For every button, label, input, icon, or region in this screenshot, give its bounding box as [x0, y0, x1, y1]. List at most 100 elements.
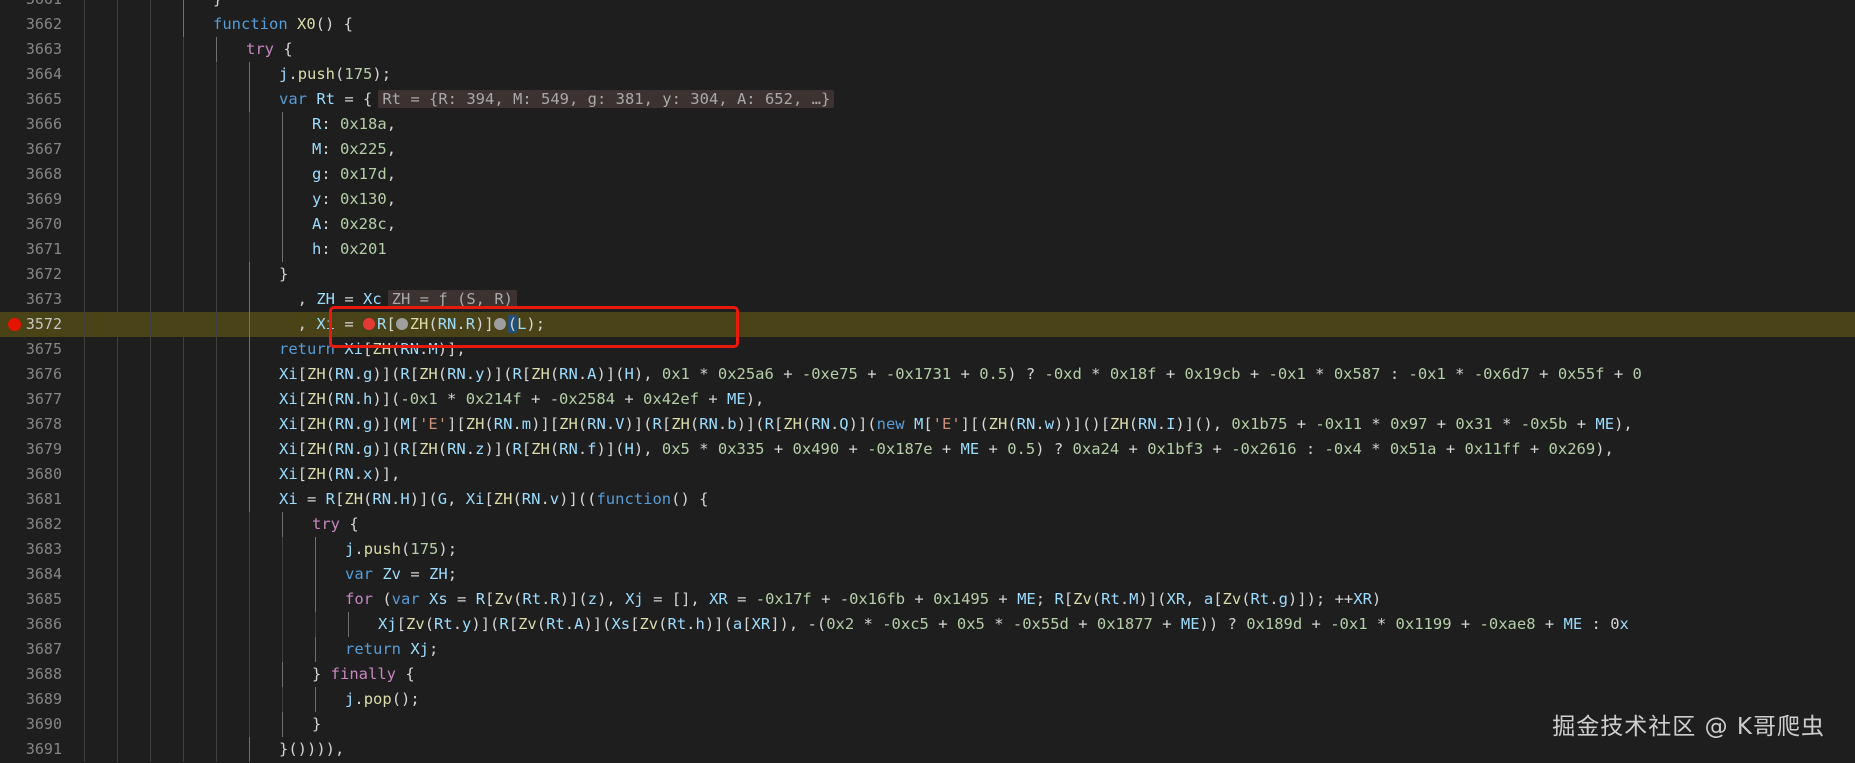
line-number[interactable]: 3681 [0, 487, 62, 512]
line-number[interactable]: 3661 [0, 0, 62, 12]
code-text[interactable]: Xj[Zv(Rt.y)](R[Zv(Rt.A)](Xs[Zv(Rt.h)](a[… [378, 612, 1629, 637]
code-text[interactable]: } [213, 0, 222, 12]
code-line[interactable]: 3681 Xi = R[ZH(RN.H)](G, Xi[ZH(RN.v)]((fu… [0, 487, 1855, 512]
inline-step-icon[interactable] [493, 318, 506, 330]
code-text[interactable]: return Xi[ZH(RN.M)], [279, 337, 466, 362]
line-number[interactable]: 3686 [0, 612, 62, 637]
line-number[interactable]: 3666 [0, 112, 62, 137]
line-number[interactable]: 3680 [0, 462, 62, 487]
current-line[interactable]: 3572 , Xi = R[ZH(RN.R)] (L); [0, 312, 1855, 337]
code-text[interactable]: return Xj; [345, 637, 438, 662]
line-number[interactable]: 3684 [0, 562, 62, 587]
code-text[interactable]: , Xi = R[ZH(RN.R)] (L); [279, 312, 545, 337]
code-line[interactable]: 3680 Xi[ZH(RN.x)], [0, 462, 1855, 487]
code-text[interactable]: g: 0x17d, [312, 162, 396, 187]
line-number[interactable]: 3687 [0, 637, 62, 662]
line-number[interactable]: 3669 [0, 187, 62, 212]
line-number[interactable]: 3676 [0, 362, 62, 387]
line-number[interactable]: 3682 [0, 512, 62, 537]
code-text[interactable]: Xi[ZH(RN.g)](R[ZH(RN.y)](R[ZH(RN.A)](H),… [279, 362, 1642, 387]
code-text[interactable]: } [312, 712, 321, 737]
code-line[interactable]: 3670 A: 0x28c, [0, 212, 1855, 237]
code-line[interactable]: 3688 } finally { [0, 662, 1855, 687]
line-number[interactable]: 3678 [0, 412, 62, 437]
code-line[interactable]: 3687 return Xj; [0, 637, 1855, 662]
code-text[interactable]: } finally { [312, 662, 415, 687]
code-line[interactable]: 3663 try { [0, 37, 1855, 62]
line-number[interactable]: 3663 [0, 37, 62, 62]
code-line[interactable]: 3675 return Xi[ZH(RN.M)], [0, 337, 1855, 362]
line-number[interactable]: 3670 [0, 212, 62, 237]
indent-guide [183, 312, 184, 337]
line-number[interactable]: 3664 [0, 62, 62, 87]
code-line[interactable]: 3661} [0, 0, 1855, 12]
code-text[interactable]: Xi[ZH(RN.g)](R[ZH(RN.z)](R[ZH(RN.f)](H),… [279, 437, 1614, 462]
code-line[interactable]: 3662 function X0() { [0, 12, 1855, 37]
code-text[interactable]: function X0() { [213, 12, 353, 37]
line-number[interactable]: 3668 [0, 162, 62, 187]
line-number[interactable]: 3662 [0, 12, 62, 37]
code-text[interactable]: h: 0x201 [312, 237, 387, 262]
indent-guide [150, 587, 151, 612]
code-text[interactable]: j.push(175); [279, 62, 391, 87]
code-text[interactable]: Xi[ZH(RN.h)](-0x1 * 0x214f + -0x2584 + 0… [279, 387, 764, 412]
code-line[interactable]: 3676 Xi[ZH(RN.g)](R[ZH(RN.y)](R[ZH(RN.A)]… [0, 362, 1855, 387]
line-number[interactable]: 3677 [0, 387, 62, 412]
code-text[interactable]: var Zv = ZH; [345, 562, 457, 587]
code-line[interactable]: 3677 Xi[ZH(RN.h)](-0x1 * 0x214f + -0x2584… [0, 387, 1855, 412]
code-text[interactable]: try { [312, 512, 359, 537]
code-line[interactable]: 3667 M: 0x225, [0, 137, 1855, 162]
code-line[interactable]: 3673 , ZH = Xc ZH = ƒ (S, R) [0, 287, 1855, 312]
code-line[interactable]: 3672} [0, 262, 1855, 287]
breakpoint-icon[interactable] [8, 318, 21, 331]
code-text[interactable]: var Rt = {Rt = {R: 394, M: 549, g: 381, … [279, 87, 835, 112]
code-line[interactable]: 3679 Xi[ZH(RN.g)](R[ZH(RN.z)](R[ZH(RN.f)]… [0, 437, 1855, 462]
code-line[interactable]: 3678 Xi[ZH(RN.g)](M['E'][ZH(RN.m)][ZH(RN.… [0, 412, 1855, 437]
code-line[interactable]: 3668 g: 0x17d, [0, 162, 1855, 187]
inline-step-icon[interactable] [395, 318, 408, 330]
code-text[interactable]: , ZH = Xc ZH = ƒ (S, R) [279, 287, 517, 312]
code-line[interactable]: 3669 y: 0x130, [0, 187, 1855, 212]
indent-guide [84, 187, 85, 212]
line-number[interactable]: 3688 [0, 662, 62, 687]
code-text[interactable]: }()))), [279, 737, 344, 762]
code-text[interactable]: Xi = R[ZH(RN.H)](G, Xi[ZH(RN.v)]((functi… [279, 487, 708, 512]
code-line[interactable]: 3684 var Zv = ZH; [0, 562, 1855, 587]
indent-guide [150, 0, 151, 12]
indent-guide [216, 287, 217, 312]
code-text[interactable]: for (var Xs = R[Zv(Rt.R)](z), Xj = [], X… [345, 587, 1381, 612]
code-line[interactable]: 3682 try { [0, 512, 1855, 537]
code-line[interactable]: 3686 Xj[Zv(Rt.y)](R[Zv(Rt.A)](Xs[Zv(Rt.h)… [0, 612, 1855, 637]
code-line[interactable]: 3666 R: 0x18a, [0, 112, 1855, 137]
line-number[interactable]: 3671 [0, 237, 62, 262]
line-number[interactable]: 3672 [0, 262, 62, 287]
code-line[interactable]: 3665 var Rt = {Rt = {R: 394, M: 549, g: 3… [0, 87, 1855, 112]
code-text[interactable]: y: 0x130, [312, 187, 396, 212]
line-number[interactable]: 3690 [0, 712, 62, 737]
code-line[interactable]: 3683 j.push(175); [0, 537, 1855, 562]
code-line[interactable]: 3671 h: 0x201 [0, 237, 1855, 262]
line-number[interactable]: 3667 [0, 137, 62, 162]
line-number[interactable]: 3689 [0, 687, 62, 712]
indent-guide [315, 587, 316, 612]
inline-breakpoint-icon[interactable] [363, 318, 375, 330]
code-text[interactable]: M: 0x225, [312, 137, 396, 162]
code-text[interactable]: try { [246, 37, 293, 62]
code-line[interactable]: 3685 for (var Xs = R[Zv(Rt.R)](z), Xj = [… [0, 587, 1855, 612]
line-number[interactable]: 3673 [0, 287, 62, 312]
code-text[interactable]: j.push(175); [345, 537, 457, 562]
code-text[interactable]: Xi[ZH(RN.g)](M['E'][ZH(RN.m)][ZH(RN.V)](… [279, 412, 1633, 437]
line-number[interactable]: 3683 [0, 537, 62, 562]
code-editor[interactable]: 3691 }()))), 3690} 3689 j.pop(); 3688 } finall… [0, 0, 1855, 763]
code-text[interactable]: } [279, 262, 288, 287]
line-number[interactable]: 3691 [0, 737, 62, 762]
code-text[interactable]: A: 0x28c, [312, 212, 396, 237]
code-text[interactable]: R: 0x18a, [312, 112, 396, 137]
code-text[interactable]: Xi[ZH(RN.x)], [279, 462, 400, 487]
code-line[interactable]: 3664 j.push(175); [0, 62, 1855, 87]
code-text[interactable]: j.pop(); [345, 687, 420, 712]
line-number[interactable]: 3675 [0, 337, 62, 362]
line-number[interactable]: 3685 [0, 587, 62, 612]
line-number[interactable]: 3679 [0, 437, 62, 462]
line-number[interactable]: 3665 [0, 87, 62, 112]
